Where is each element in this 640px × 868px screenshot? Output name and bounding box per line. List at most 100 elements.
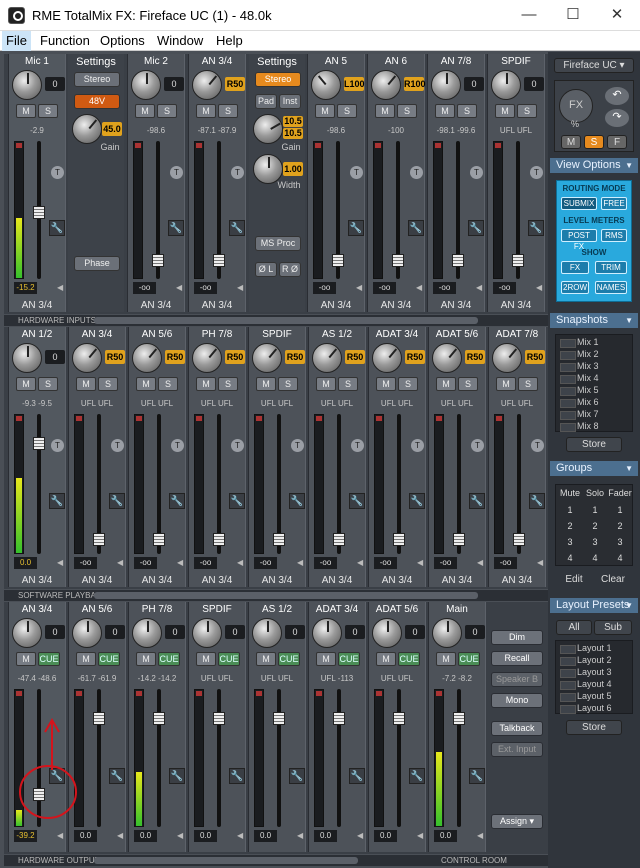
- output-assignment[interactable]: AN 3/4: [309, 575, 365, 586]
- device-select[interactable]: Fireface UC ▾: [554, 58, 634, 73]
- mute-button[interactable]: M: [436, 652, 456, 666]
- cue-button[interactable]: CUE: [278, 652, 300, 666]
- phantom-48v-button[interactable]: 48V: [74, 94, 120, 109]
- submix-button[interactable]: SUBMIX: [561, 197, 597, 210]
- output-assignment[interactable]: AN 3/4: [69, 575, 125, 586]
- solo-button[interactable]: S: [278, 377, 298, 391]
- stereo-button[interactable]: Stereo: [74, 72, 120, 87]
- volume-fader[interactable]: [153, 712, 165, 725]
- group-cell[interactable]: 1: [558, 505, 582, 515]
- wrench-icon[interactable]: 🔧: [168, 220, 184, 236]
- collapse-icon[interactable]: ◀: [297, 558, 305, 568]
- collapse-icon[interactable]: ◀: [117, 558, 125, 568]
- collapse-icon[interactable]: ◀: [477, 558, 485, 568]
- group-cell[interactable]: 2: [583, 521, 607, 531]
- volume-fader[interactable]: [513, 533, 525, 546]
- dim-button[interactable]: Dim: [491, 630, 543, 645]
- wrench-icon[interactable]: 🔧: [528, 220, 544, 236]
- wrench-icon[interactable]: 🔧: [349, 768, 365, 784]
- volume-fader[interactable]: [213, 533, 225, 546]
- group-cell[interactable]: 1: [608, 505, 632, 515]
- volume-fader[interactable]: [393, 533, 405, 546]
- maximize-button[interactable]: ☐: [553, 4, 593, 26]
- layout-item[interactable]: Layout 4: [557, 679, 632, 690]
- collapse-icon[interactable]: ◀: [177, 558, 185, 568]
- solo-button[interactable]: S: [98, 377, 118, 391]
- collapse-icon[interactable]: ◀: [536, 283, 544, 293]
- snapshot-item[interactable]: Mix 5: [557, 385, 632, 396]
- view-options-header[interactable]: View Options: [550, 158, 638, 173]
- assign-button[interactable]: Assign ▾: [491, 814, 543, 829]
- group-cell[interactable]: 1: [583, 505, 607, 515]
- pan-knob[interactable]: [432, 343, 462, 373]
- output-assignment[interactable]: AN 3/4: [128, 300, 184, 311]
- post-fx-button[interactable]: POST FX: [561, 229, 597, 251]
- wrench-icon[interactable]: 🔧: [169, 493, 185, 509]
- mute-button[interactable]: M: [436, 377, 456, 391]
- wrench-icon[interactable]: 🔧: [109, 493, 125, 509]
- pan-knob[interactable]: [371, 70, 401, 100]
- horizontal-scrollbar[interactable]: [94, 317, 478, 324]
- collapse-icon[interactable]: ◀: [176, 283, 184, 293]
- volume-fader[interactable]: [453, 712, 465, 725]
- collapse-icon[interactable]: ◀: [417, 831, 425, 841]
- pan-knob[interactable]: [312, 343, 342, 373]
- solo-button[interactable]: S: [337, 104, 357, 118]
- solo-button[interactable]: S: [458, 377, 478, 391]
- menu-file[interactable]: File: [2, 31, 31, 51]
- mute-button[interactable]: M: [16, 377, 36, 391]
- trim-button[interactable]: T: [530, 166, 543, 179]
- group-cell[interactable]: 3: [608, 537, 632, 547]
- wrench-icon[interactable]: 🔧: [229, 768, 245, 784]
- pan-knob[interactable]: [312, 618, 342, 648]
- ext-input-button[interactable]: Ext. Input: [491, 742, 543, 757]
- cue-button[interactable]: CUE: [98, 652, 120, 666]
- solo-button[interactable]: S: [158, 377, 178, 391]
- mute-button[interactable]: M: [315, 104, 335, 118]
- snapshot-store-button[interactable]: Store: [566, 437, 622, 452]
- fx-knob[interactable]: FX: [559, 89, 593, 123]
- volume-fader[interactable]: [273, 533, 285, 546]
- mute-button[interactable]: M: [376, 377, 396, 391]
- volume-fader[interactable]: [33, 206, 45, 219]
- output-assignment[interactable]: AN 3/4: [308, 300, 364, 311]
- talkback-button[interactable]: Talkback: [491, 721, 543, 736]
- group-cell[interactable]: 4: [583, 553, 607, 563]
- trim-button[interactable]: T: [410, 166, 423, 179]
- gain-knob[interactable]: [253, 114, 283, 144]
- groups-header[interactable]: Groups: [550, 461, 638, 476]
- mute-button[interactable]: M: [196, 104, 216, 118]
- groups-clear-button[interactable]: Clear: [594, 572, 632, 587]
- output-assignment[interactable]: AN 3/4: [249, 575, 305, 586]
- collapse-icon[interactable]: ◀: [297, 831, 305, 841]
- global-solo-button[interactable]: S: [584, 135, 604, 149]
- inst-button[interactable]: Inst: [279, 94, 301, 109]
- mono-button[interactable]: Mono: [491, 693, 543, 708]
- menu-function[interactable]: Function: [40, 33, 90, 48]
- wrench-icon[interactable]: 🔧: [49, 220, 65, 236]
- layout-item[interactable]: Layout 2: [557, 655, 632, 666]
- wrench-icon[interactable]: 🔧: [109, 768, 125, 784]
- global-mute-button[interactable]: M: [561, 135, 581, 149]
- mute-button[interactable]: M: [135, 104, 155, 118]
- wrench-icon[interactable]: 🔧: [49, 768, 65, 784]
- layout-presets-header[interactable]: Layout Presets: [550, 598, 638, 613]
- groups-edit-button[interactable]: Edit: [556, 572, 592, 587]
- volume-fader[interactable]: [93, 712, 105, 725]
- trim-button[interactable]: T: [111, 439, 124, 452]
- collapse-icon[interactable]: ◀: [177, 831, 185, 841]
- volume-fader[interactable]: [153, 533, 165, 546]
- collapse-icon[interactable]: ◀: [416, 283, 424, 293]
- two-row-button[interactable]: 2ROW: [561, 281, 589, 294]
- phase-l-button[interactable]: Ø L: [255, 262, 277, 277]
- snapshots-header[interactable]: Snapshots: [550, 313, 638, 328]
- output-assignment[interactable]: AN 3/4: [9, 300, 65, 311]
- solo-button[interactable]: S: [457, 104, 477, 118]
- pan-knob[interactable]: [252, 618, 282, 648]
- mute-button[interactable]: M: [136, 652, 156, 666]
- pan-knob[interactable]: [72, 618, 102, 648]
- group-cell[interactable]: 4: [608, 553, 632, 563]
- volume-fader[interactable]: [213, 254, 225, 267]
- output-assignment[interactable]: AN 3/4: [369, 575, 425, 586]
- pan-knob[interactable]: [12, 618, 42, 648]
